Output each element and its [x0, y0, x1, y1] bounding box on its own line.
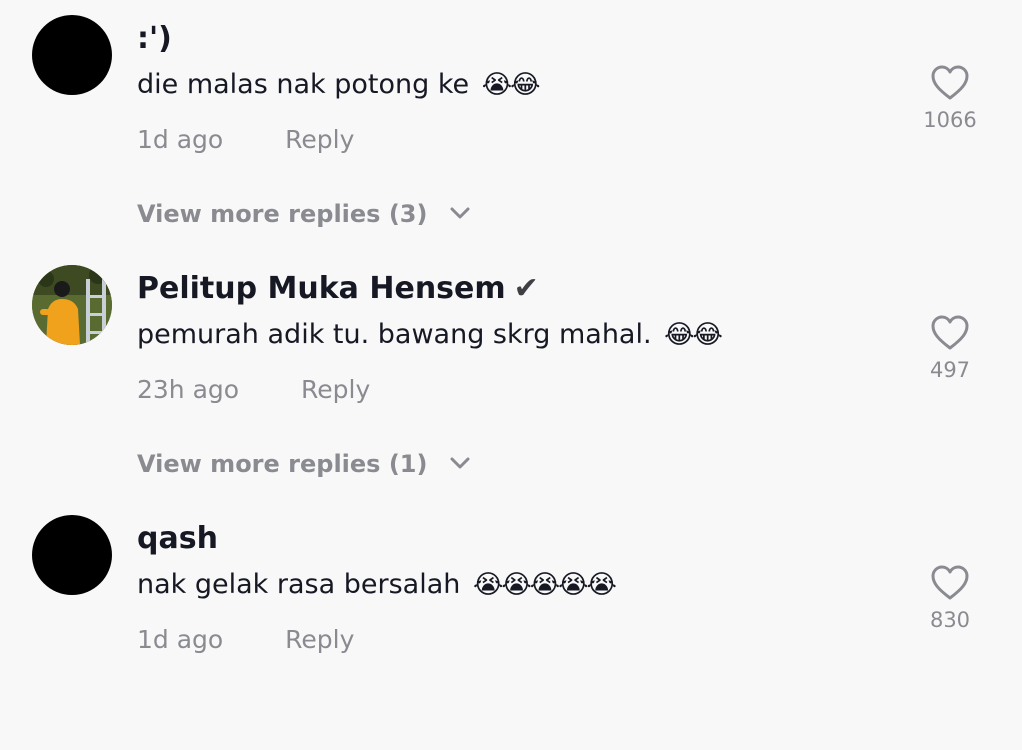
like-control: 1066 [910, 64, 990, 134]
like-count: 497 [929, 358, 971, 382]
avatar[interactable] [32, 265, 112, 345]
avatar[interactable] [32, 15, 112, 95]
comment-body: nak gelak rasa bersalah [137, 569, 461, 600]
comment-meta: 23h ago Reply [137, 372, 370, 408]
username-label[interactable]: qash [137, 521, 218, 556]
checkmark-icon: ✔ [513, 271, 539, 306]
heart-outline-icon[interactable] [930, 64, 970, 102]
comment-body: die malas nak potong ke [137, 69, 470, 100]
like-control: 830 [910, 564, 990, 634]
timestamp: 1d ago [137, 125, 224, 154]
comment-username[interactable]: Pelitup Muka Hensem ✔ [137, 269, 539, 309]
like-count: 1066 [923, 108, 977, 132]
username-label[interactable]: Pelitup Muka Hensem [137, 271, 506, 306]
heart-outline-icon[interactable] [930, 564, 970, 602]
heart-outline-icon[interactable] [930, 314, 970, 352]
emoji-group: 😂😂 [664, 320, 723, 350]
username-label[interactable]: :') [137, 21, 172, 56]
reply-button[interactable]: Reply [285, 622, 354, 658]
reply-button[interactable]: Reply [285, 122, 354, 158]
timestamp: 1d ago [137, 625, 224, 654]
comment-item: Pelitup Muka Hensem ✔ pemurah adik tu. ba… [0, 250, 1022, 500]
chevron-down-icon [450, 207, 470, 219]
comment-item: qash nak gelak rasa bersalah 😭😭😭😭😭 1d ag… [0, 500, 1022, 750]
comment-username[interactable]: :') [137, 19, 172, 59]
comment-item: :') die malas nak potong ke 😭😂 1d ago Re… [0, 0, 1022, 250]
view-more-replies-label: View more replies (3) [137, 200, 428, 228]
view-more-replies-button[interactable]: View more replies (1) [137, 446, 470, 482]
avatar[interactable] [32, 515, 112, 595]
view-more-replies-label: View more replies (1) [137, 450, 428, 478]
chevron-down-icon [450, 457, 470, 469]
comment-body: pemurah adik tu. bawang skrg mahal. [137, 319, 652, 350]
reply-button[interactable]: Reply [301, 372, 370, 408]
comment-meta: 1d ago Reply [137, 122, 354, 158]
comment-text: die malas nak potong ke 😭😂 [137, 66, 541, 104]
emoji-group: 😭😭😭😭😭 [472, 570, 617, 600]
avatar-photo [32, 265, 112, 345]
emoji-group: 😭😂 [481, 70, 541, 100]
timestamp: 23h ago [137, 375, 240, 404]
comment-text: pemurah adik tu. bawang skrg mahal. 😂😂 [137, 316, 723, 354]
comment-text: nak gelak rasa bersalah 😭😭😭😭😭 [137, 566, 617, 604]
comment-meta: 1d ago Reply [137, 622, 354, 658]
view-more-replies-button[interactable]: View more replies (3) [137, 196, 470, 232]
comment-username[interactable]: qash [137, 519, 218, 559]
like-count: 830 [929, 608, 971, 632]
like-control: 497 [910, 314, 990, 384]
